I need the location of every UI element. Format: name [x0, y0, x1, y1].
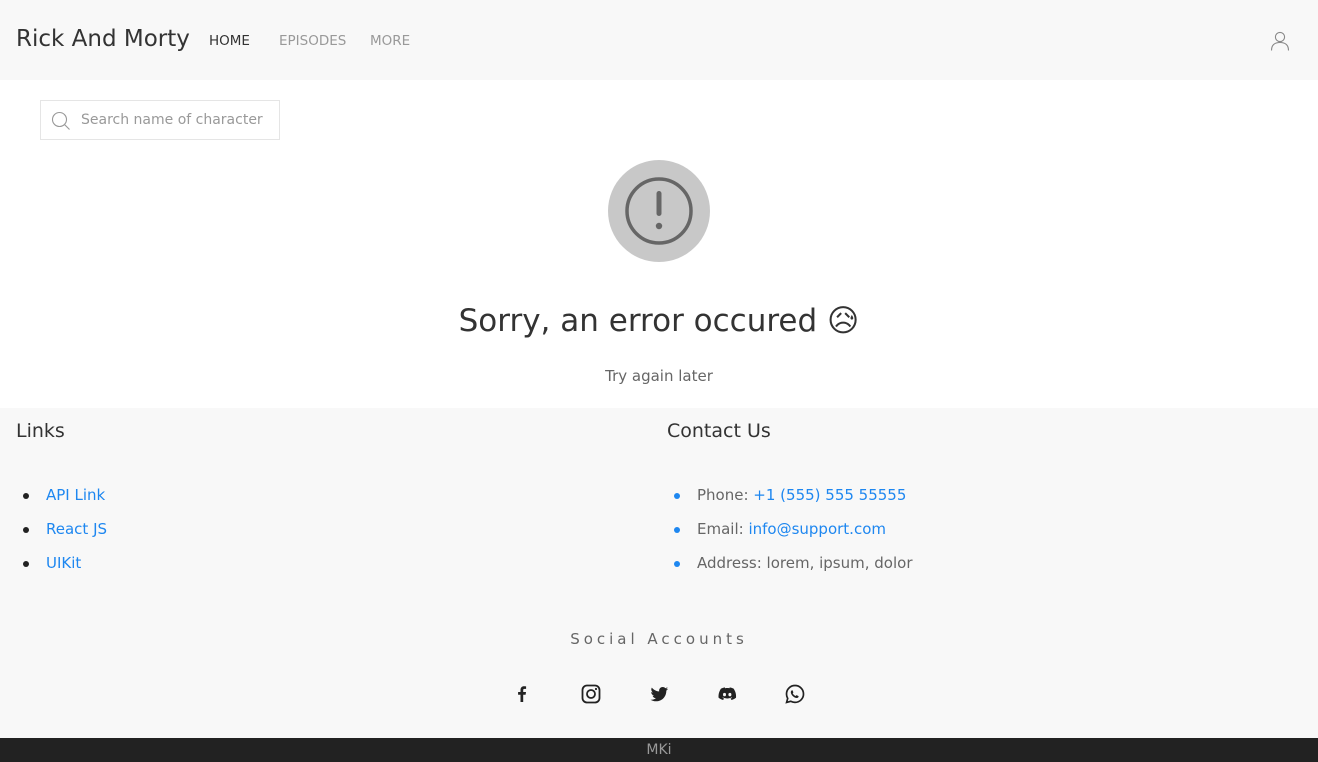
nav-item-more[interactable]: MORE	[370, 33, 410, 49]
search-input[interactable]	[81, 101, 277, 139]
nav-item-episodes[interactable]: EPISODES	[279, 33, 346, 49]
bottom-bar: MKi	[0, 738, 1318, 762]
contact-title: Contact Us	[667, 420, 771, 442]
brand-logo[interactable]: Rick And Morty	[16, 26, 190, 52]
contact-list: Phone: +1 (555) 555 55555 Email: info@su…	[667, 486, 913, 588]
search-box	[40, 100, 280, 140]
exclamation-circle-icon	[625, 177, 693, 245]
links-title: Links	[16, 420, 65, 442]
social-title: Social Accounts	[570, 630, 748, 648]
list-item: React JS	[16, 520, 107, 554]
error-icon-container	[608, 160, 710, 262]
contact-phone: Phone: +1 (555) 555 55555	[667, 486, 913, 520]
api-link[interactable]: API Link	[46, 486, 105, 504]
email-link[interactable]: info@support.com	[748, 520, 886, 538]
address-text: Address: lorem, ipsum, dolor	[697, 554, 913, 572]
search-icon	[51, 111, 70, 130]
list-item: UIKit	[16, 554, 107, 588]
navbar: Rick And Morty HOME EPISODES MORE	[0, 0, 1318, 80]
user-icon[interactable]	[1268, 29, 1292, 53]
instagram-icon[interactable]	[580, 683, 602, 705]
phone-label: Phone:	[697, 486, 754, 504]
react-js-link[interactable]: React JS	[46, 520, 107, 538]
error-title: Sorry, an error occured 😥	[458, 303, 860, 339]
twitter-icon[interactable]	[648, 683, 670, 705]
whatsapp-icon[interactable]	[784, 683, 806, 705]
discord-icon[interactable]	[716, 683, 738, 705]
uikit-link[interactable]: UIKit	[46, 554, 81, 572]
contact-email: Email: info@support.com	[667, 520, 913, 554]
email-label: Email:	[697, 520, 749, 538]
error-subtitle: Try again later	[605, 367, 713, 385]
links-list: API Link React JS UIKit	[16, 486, 107, 588]
list-item: API Link	[16, 486, 107, 520]
nav-item-home[interactable]: HOME	[209, 33, 250, 49]
footer: Links API Link React JS UIKit Contact Us…	[0, 408, 1318, 738]
facebook-icon[interactable]	[511, 683, 533, 705]
phone-link[interactable]: +1 (555) 555 55555	[753, 486, 906, 504]
contact-address: Address: lorem, ipsum, dolor	[667, 554, 913, 588]
